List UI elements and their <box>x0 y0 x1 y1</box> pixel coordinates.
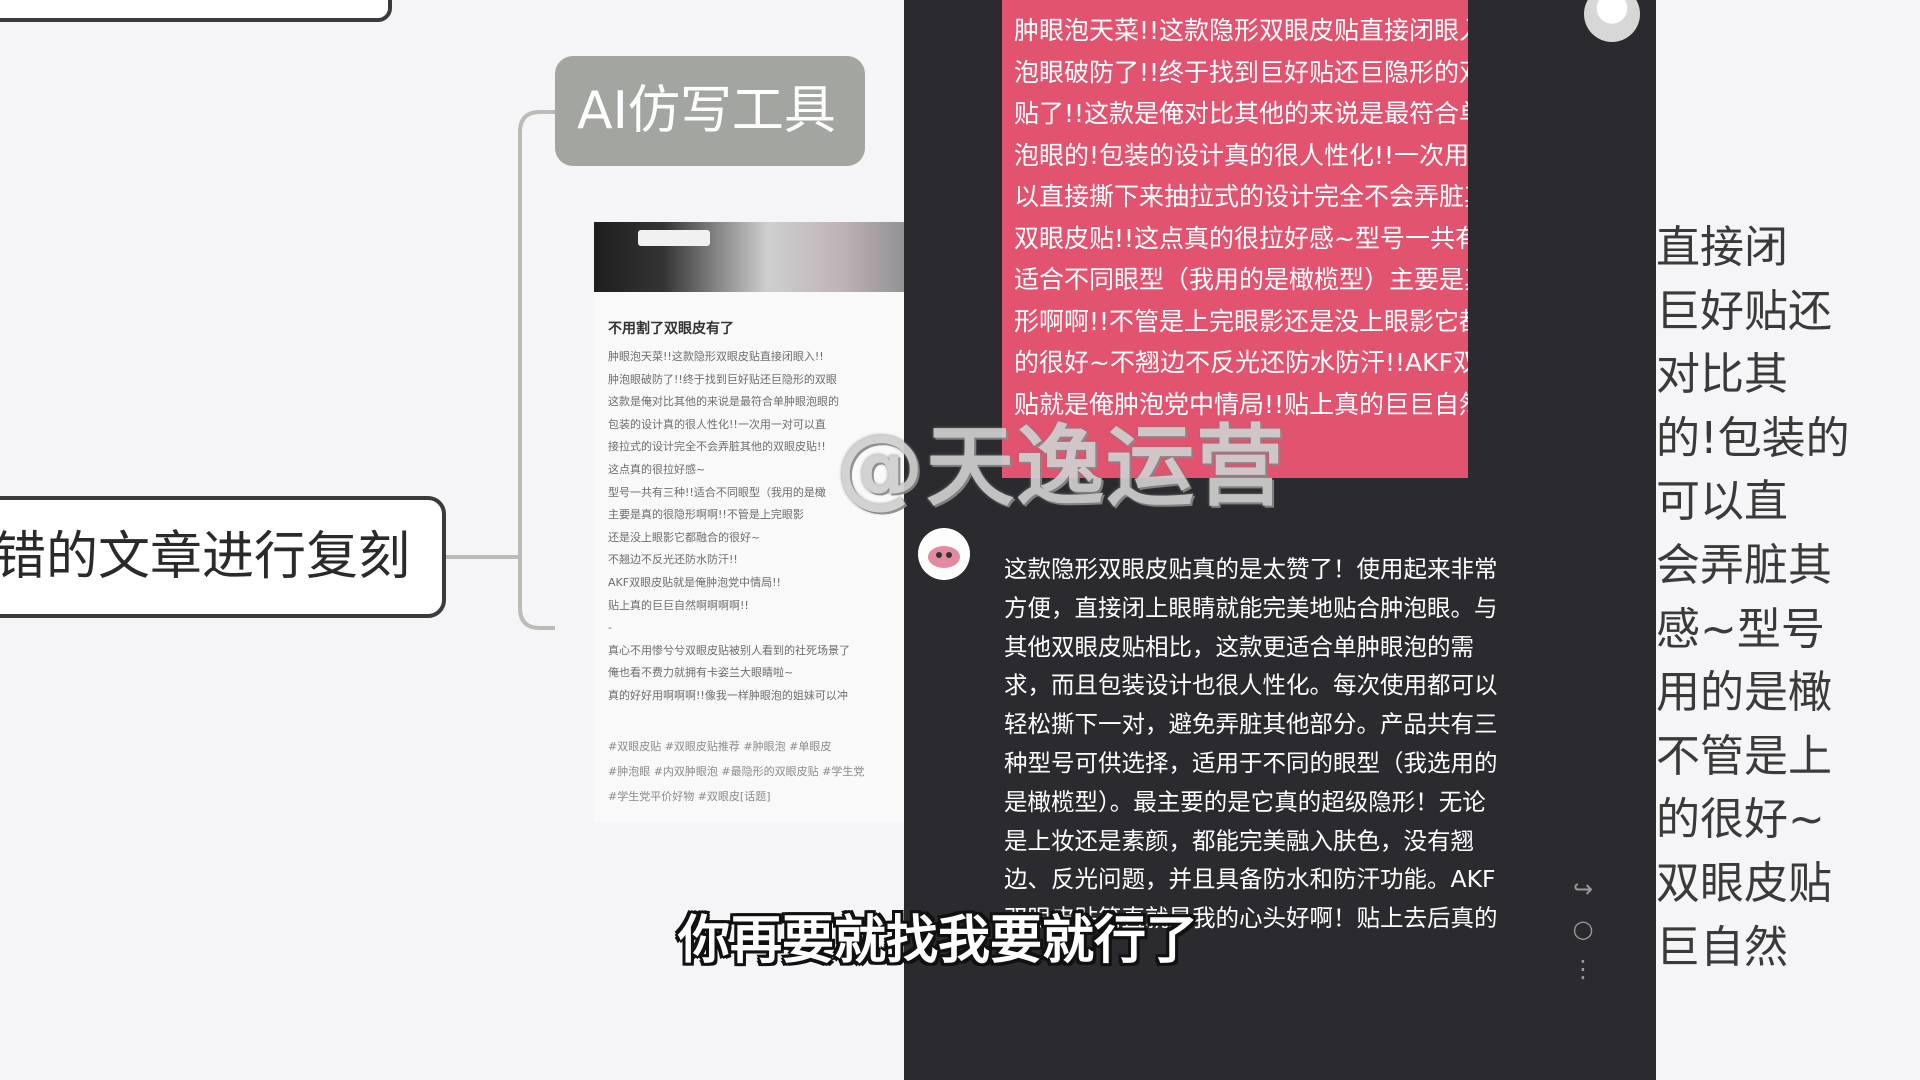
enlarged-text-line: 巨自然 <box>1656 921 1788 973</box>
assistant-avatar <box>918 528 970 580</box>
article-title: 不用割了双眼皮有了 <box>608 321 734 337</box>
enlarged-text-line: 不管是上 <box>1656 730 1832 782</box>
rewritten-text-line: 是橄榄型）。最主要的是它真的超级隐形！无论 <box>1004 787 1486 816</box>
enlarged-text-line: 可以直 <box>1656 476 1788 528</box>
original-text-line: 形啊啊!!不管是上完眼影还是没上眼影它都融合 <box>1014 306 1468 336</box>
rewritten-text-line: 边、反光问题，并且具备防水和防汗功能。AKF <box>1004 865 1496 894</box>
enlarged-text-line: 巨好贴还 <box>1656 285 1832 337</box>
rewritten-text-line: 种型号可供选择，适用于不同的眼型（我选用的 <box>1004 748 1498 777</box>
enlarged-text-line: 感~型号 <box>1656 603 1825 655</box>
original-text-line: 的很好~不翘边不反光还防水防汗!!AKF双眼皮 <box>1014 348 1468 377</box>
original-text-line: 泡眼破防了!!终于找到巨好贴还巨隐形的双眼皮 <box>1014 57 1468 87</box>
article-line: 肿眼泡天菜!!这款隐形双眼皮贴直接闭眼入!! <box>608 350 824 363</box>
article-line: 俺也看不费力就拥有卡姿兰大眼睛啦~ <box>608 666 794 680</box>
original-text-line: 以直接撕下来抽拉式的设计完全不会弄脏其他的 <box>1014 182 1468 211</box>
article-tag-line: #学生党平价好物 #双眼皮[话题] <box>608 790 771 803</box>
avatar-face <box>928 546 960 568</box>
rewritten-text-line: 其他双眼皮贴相比，这款更适合单肿眼泡的需 <box>1004 632 1474 661</box>
refresh-icon[interactable]: ○ <box>1573 916 1594 942</box>
article-tags: #双眼皮贴 #双眼皮贴推荐 #肿眼泡 #单眼皮 #肿泡眼 #内双肿眼泡 #最隐形… <box>608 734 904 809</box>
enlarged-text-line: 直接闭 <box>1656 222 1788 273</box>
article-cover-image <box>594 222 910 292</box>
enlarged-text-line: 的!包装的 <box>1656 412 1850 464</box>
enlarged-text-column: 直接闭 巨好贴还 对比其 的!包装的 可以直 会弄脏其 感~型号 用的是橄 不管… <box>1656 216 1920 979</box>
original-text-line: 贴了!!这款是俺对比其他的来说是最符合单肿眼 <box>1014 99 1468 128</box>
article-line: 贴上真的巨巨自然啊啊啊啊!! <box>608 598 749 612</box>
article-tag-line: #肿泡眼 #内双肿眼泡 #最隐形的双眼皮贴 #学生党 <box>608 765 865 778</box>
enlarged-text-line: 会弄脏其 <box>1656 539 1832 591</box>
article-line: 真的好好用啊啊啊!!像我一样肿眼泡的姐妹可以冲 <box>608 688 848 702</box>
video-subtitle: 你再要就找我要就行了 <box>678 911 1199 971</box>
mindmap-node-root[interactable]: 错的文章进行复刻 <box>0 496 446 618</box>
message-actions: ↪ ○ ⋮ <box>1566 876 1600 982</box>
article-line: 肿泡眼破防了!!终于找到巨好贴还巨隐形的双眼 <box>608 372 837 386</box>
cover-stamp <box>638 230 710 246</box>
rewritten-text-block[interactable]: 这款隐形双眼皮贴真的是太赞了！使用起来非常 方便，直接闭上眼睛就能完美地贴合肿泡… <box>1004 550 1564 938</box>
article-line: 真心不用惨兮兮双眼皮贴被别人看到的社死场景了 <box>608 643 850 657</box>
rewritten-text-line: 求，而且包装设计也很人性化。每次使用都可以 <box>1004 671 1498 700</box>
enlarged-text-line: 对比其 <box>1656 349 1788 401</box>
article-line: 还是没上眼影它都融合的很好~ <box>608 530 761 544</box>
article-tag-line: #双眼皮贴 #双眼皮贴推荐 #肿眼泡 #单眼皮 <box>608 740 832 753</box>
avatar-eye <box>936 552 942 558</box>
share-icon[interactable]: ↪ <box>1573 876 1593 902</box>
rewritten-text-line: 方便，直接闭上眼睛就能完美地贴合肿泡眼。与 <box>1004 593 1498 622</box>
original-text-line: 双眼皮贴!!这点真的很拉好感~型号一共有三种!! <box>1014 223 1468 253</box>
user-avatar[interactable] <box>1584 0 1640 42</box>
rewritten-text-line: 轻松撕下一对，避免弄脏其他部分。产品共有三 <box>1004 710 1498 739</box>
rewritten-text-line: 是上妆还是素颜，都能完美融入肤色，没有翘 <box>1004 826 1474 855</box>
more-icon[interactable]: ⋮ <box>1571 956 1595 982</box>
original-text-line: 适合不同眼型（我用的是橄榄型）主要是真的很隐 <box>1014 265 1468 294</box>
enlarged-text-line: 用的是橄 <box>1656 667 1832 719</box>
avatar-eye <box>946 552 952 558</box>
article-line: - <box>608 621 612 635</box>
mindmap-node-ai-tool[interactable]: AI仿写工具 <box>555 56 865 166</box>
article-line: AKF双眼皮贴就是俺肿泡党中情局!! <box>608 575 781 589</box>
rewritten-text-line: 这款隐形双眼皮贴真的是太赞了！使用起来非常 <box>1004 555 1498 583</box>
enlarged-text-line: 的很好~ <box>1656 794 1825 846</box>
original-text-line: 肿眼泡天菜!!这款隐形双眼皮贴直接闭眼入!!肿 <box>1014 16 1468 45</box>
enlarged-text-line: 双眼皮贴 <box>1656 857 1832 909</box>
screen: AI仿写工具 错的文章进行复刻 不用割了双眼皮有了 肿眼泡天菜!!这款隐形双眼皮… <box>0 0 1920 1080</box>
original-text-line: 泡眼的!包装的设计真的很人性化!!一次用一对可 <box>1014 140 1468 170</box>
article-line: 不翘边不反光还防水防汗!! <box>608 553 738 567</box>
channel-watermark: @天逸运营 <box>836 415 1287 518</box>
